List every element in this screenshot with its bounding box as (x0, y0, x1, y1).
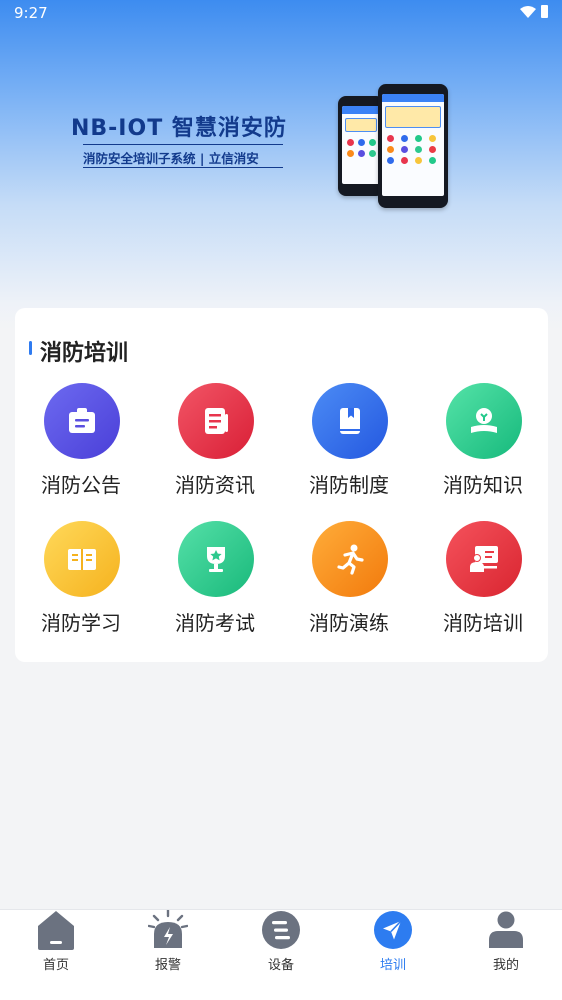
tab-mine[interactable]: 我的 (450, 910, 562, 1000)
study-icon (44, 521, 120, 597)
tab-home[interactable]: 首页 (0, 910, 112, 1000)
banner-subtitle: 消防安全培训子系统 | 立信消安 (83, 151, 259, 166)
tab-device[interactable]: 设备 (225, 910, 337, 1000)
alarm-icon (148, 910, 188, 948)
tab-label: 我的 (492, 958, 519, 973)
wifi-icon (520, 6, 536, 18)
phone-mockup-front (378, 84, 448, 208)
user-icon (489, 911, 523, 948)
grid-item-news[interactable]: 消防资讯 (160, 383, 270, 503)
grid-item-study[interactable]: 消防学习 (26, 521, 136, 641)
tab-label: 首页 (42, 958, 69, 973)
grid-item-label: 消防知识 (443, 473, 523, 497)
trophy-icon (178, 521, 254, 597)
grid-item-notice[interactable]: 消防公告 (26, 383, 136, 503)
grid-item-drill[interactable]: 消防演练 (294, 521, 404, 641)
training-icon (446, 521, 522, 597)
grid-item-exam[interactable]: 消防考试 (160, 521, 270, 641)
tab-label: 培训 (379, 958, 406, 973)
banner-divider-top (83, 144, 283, 145)
section-accent-bar (29, 341, 32, 355)
grid-item-label: 消防公告 (41, 473, 121, 497)
grid-item-regulations[interactable]: 消防制度 (294, 383, 404, 503)
banner-divider-bottom (83, 167, 283, 168)
news-icon (178, 383, 254, 459)
book-icon (312, 383, 388, 459)
send-icon (374, 911, 412, 949)
training-card: 消防培训 消防公告 消防资讯 消防制度 消防知识 消防学习 消防考试 消防演练 … (15, 308, 548, 662)
grid-item-knowledge[interactable]: 消防知识 (428, 383, 538, 503)
tab-training[interactable]: 培训 (337, 910, 449, 1000)
knowledge-icon (446, 383, 522, 459)
grid-item-label: 消防学习 (41, 611, 121, 635)
device-icon (262, 911, 300, 949)
home-icon (38, 911, 74, 950)
tab-label: 报警 (154, 958, 181, 973)
banner-title: NB-IOT 智慧消安防 (71, 116, 287, 141)
running-icon (312, 521, 388, 597)
hero-banner: 9:27 NB-IOT 智慧消安防 消防安全培训子系统 | 立信消安 (0, 0, 562, 330)
bottom-tab-bar: 首页 报警 设备 培训 我的 (0, 909, 562, 1000)
battery-icon (541, 5, 548, 18)
tab-alarm[interactable]: 报警 (112, 910, 224, 1000)
grid-item-label: 消防考试 (175, 611, 255, 635)
grid-item-label: 消防培训 (443, 611, 523, 635)
tab-label: 设备 (267, 958, 294, 973)
grid-item-training[interactable]: 消防培训 (428, 521, 538, 641)
notice-icon (44, 383, 120, 459)
grid-item-label: 消防资讯 (175, 473, 255, 497)
status-time: 9:27 (14, 4, 48, 22)
grid-item-label: 消防制度 (309, 473, 389, 497)
section-title: 消防培训 (40, 341, 129, 366)
grid-item-label: 消防演练 (309, 611, 389, 635)
status-bar: 9:27 (0, 0, 562, 26)
